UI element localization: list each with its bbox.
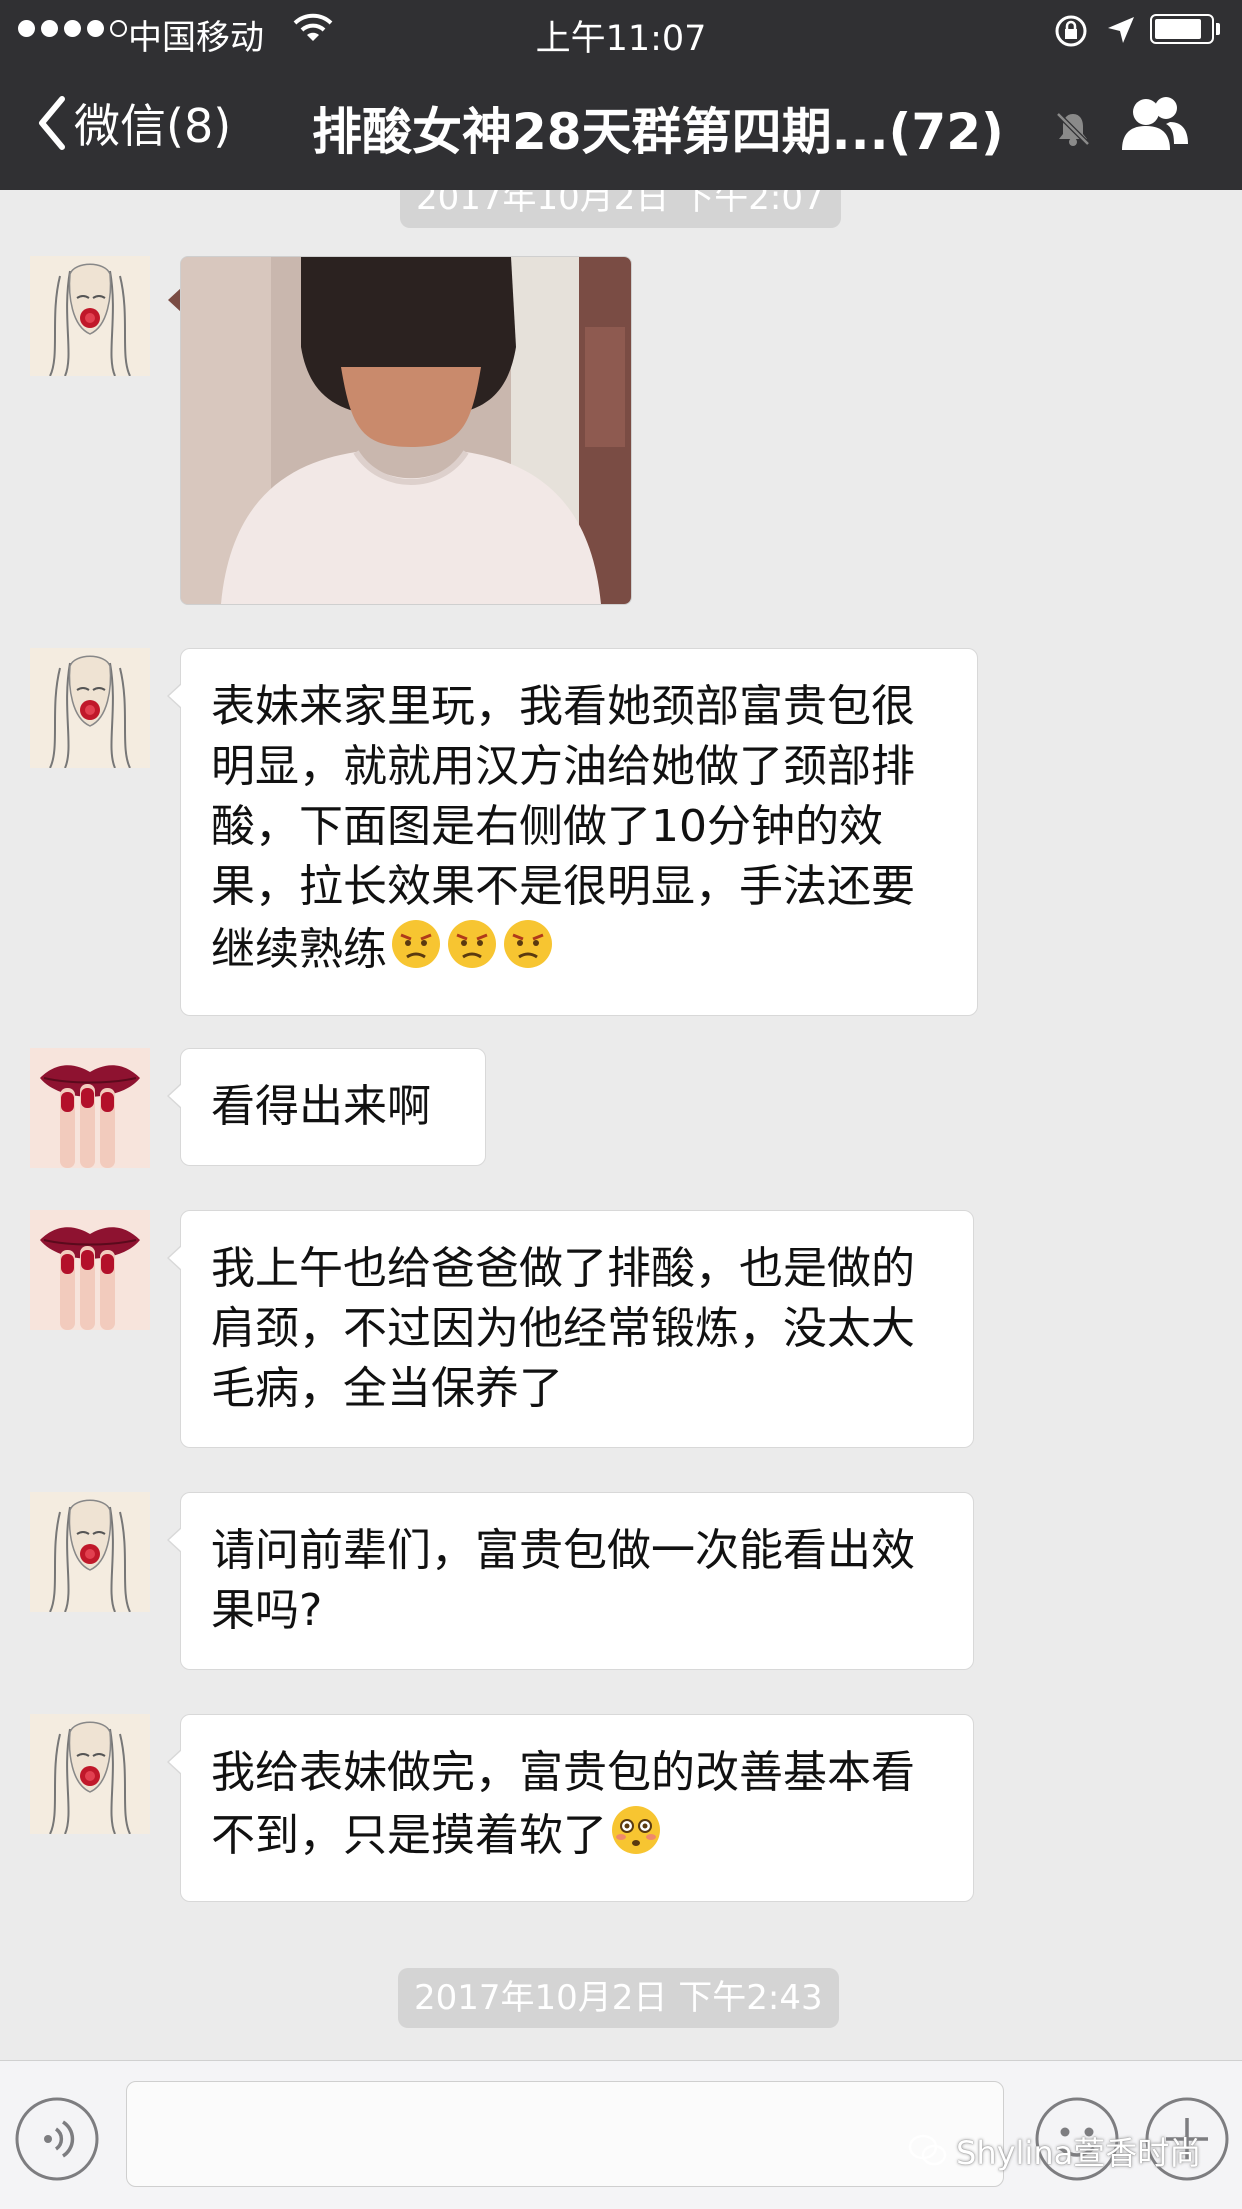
- message-text: 请问前辈们，富贵包做一次能看出效果吗?: [211, 1525, 915, 1636]
- lips-nails-avatar[interactable]: [30, 1048, 150, 1168]
- chat-title: 排酸女神28天群第四期...(72): [312, 103, 1004, 161]
- mute-bell-icon: [1056, 112, 1090, 146]
- message-row: 我给表妹做完，富贵包的改善基本看不到，只是摸着软了: [0, 1714, 1242, 1902]
- nav-bar: 微信(8) 排酸女神28天群第四期...(72): [0, 62, 1242, 190]
- rotation-lock-icon: [1055, 15, 1087, 47]
- chat-area[interactable]: 2017年10月2日 下午2:07 表妹来家里玩，我看她颈部富贵包很明显，就就用…: [0, 190, 1242, 2060]
- message-text: 看得出来啊: [211, 1081, 431, 1132]
- message-bubble[interactable]: 表妹来家里玩，我看她颈部富贵包很明显，就就用汉方油给她做了颈部排酸，下面图是右侧…: [167, 648, 978, 1016]
- message-row-image: [0, 190, 1242, 630]
- timestamp-pill: 2017年10月2日 下午2:43: [398, 1968, 839, 2028]
- sketch-woman-avatar[interactable]: [30, 256, 150, 376]
- sketch-woman-avatar[interactable]: [30, 1714, 150, 1834]
- message-row: 请问前辈们，富贵包做一次能看出效果吗?: [0, 1492, 1242, 1677]
- frown-emoji-icon: [501, 917, 555, 987]
- frown-emoji-icon: [445, 917, 499, 987]
- watermark-text: Shylina萱香时尚: [956, 2134, 1202, 2172]
- sketch-woman-avatar[interactable]: [30, 648, 150, 768]
- voice-input-icon[interactable]: [14, 2096, 100, 2182]
- status-bar: 中国移动 上午11:07: [0, 0, 1242, 62]
- message-text: 我上午也给爸爸做了排酸，也是做的肩颈，不过因为他经常锻炼，没太大毛病，全当保养了: [211, 1243, 915, 1414]
- group-members-icon[interactable]: [1118, 94, 1190, 154]
- back-button[interactable]: 微信(8): [36, 90, 231, 156]
- battery-icon: [1150, 14, 1214, 44]
- location-arrow-icon: [1108, 17, 1134, 43]
- message-bubble[interactable]: 看得出来啊: [167, 1048, 486, 1166]
- top-bar: 中国移动 上午11:07 微信(8) 排酸女神28天群第四期...(72): [0, 0, 1242, 190]
- message-bubble[interactable]: 请问前辈们，富贵包做一次能看出效果吗?: [167, 1492, 974, 1670]
- flushed-emoji-icon: [609, 1803, 663, 1873]
- photo-neck-back: [181, 257, 631, 604]
- message-row: 看得出来啊: [0, 1048, 1242, 1173]
- wechat-logo-icon: [908, 2134, 947, 2166]
- battery-cap: [1216, 23, 1220, 35]
- chevron-left-icon: [39, 96, 65, 150]
- message-text: 表妹来家里玩，我看她颈部富贵包很明显，就就用汉方油给她做了颈部排酸，下面图是右侧…: [211, 681, 915, 975]
- message-bubble[interactable]: 我给表妹做完，富贵包的改善基本看不到，只是摸着软了: [167, 1714, 974, 1902]
- message-row: 我上午也给爸爸做了排酸，也是做的肩颈，不过因为他经常锻炼，没太大毛病，全当保养了: [0, 1210, 1242, 1455]
- photo-message[interactable]: [180, 256, 632, 605]
- watermark: Shylina萱香时尚: [908, 2128, 1201, 2174]
- message-row: 表妹来家里玩，我看她颈部富贵包很明显，就就用汉方油给她做了颈部排酸，下面图是右侧…: [0, 648, 1242, 1016]
- message-bubble[interactable]: 我上午也给爸爸做了排酸，也是做的肩颈，不过因为他经常锻炼，没太大毛病，全当保养了: [167, 1210, 974, 1448]
- sketch-woman-avatar[interactable]: [30, 1492, 150, 1612]
- message-input[interactable]: [126, 2081, 1004, 2187]
- lips-nails-avatar[interactable]: [30, 1210, 150, 1330]
- message-text: 我给表妹做完，富贵包的改善基本看不到，只是摸着软了: [211, 1747, 915, 1861]
- back-label: 微信(8): [74, 99, 232, 153]
- frown-emoji-icon: [389, 917, 443, 987]
